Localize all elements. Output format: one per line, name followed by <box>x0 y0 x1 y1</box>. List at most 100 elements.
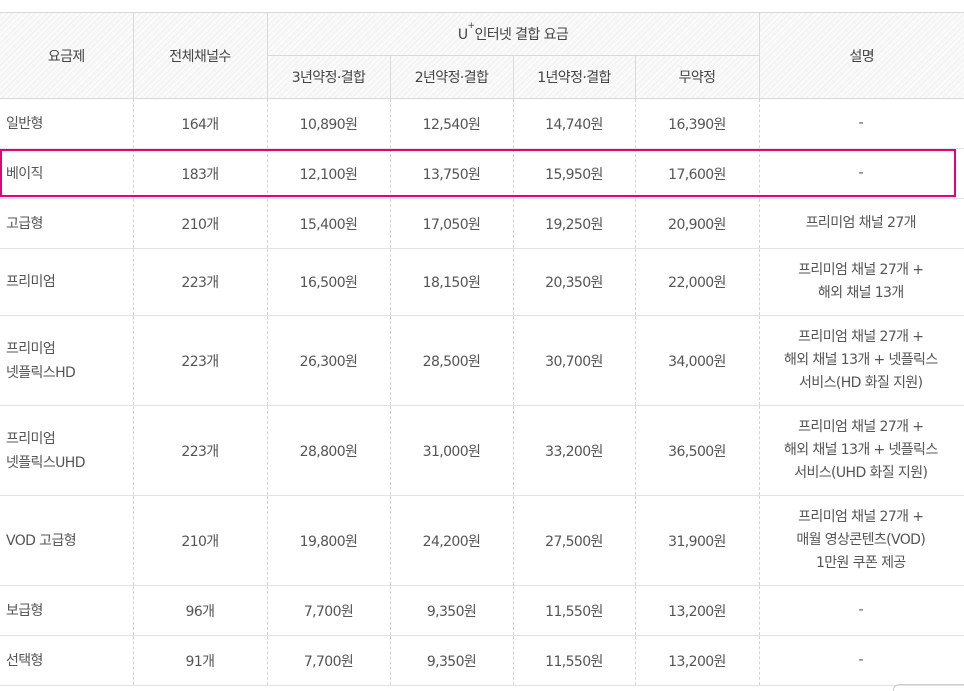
plan-name-line: VOD 고급형 <box>6 532 77 549</box>
cell-y2: 13,750원 <box>390 148 514 199</box>
table-row: 일반형 164개 10,890원 12,540원 14,740원 16,390원 - <box>0 98 964 149</box>
table-row: 프리미엄 넷플릭스UHD 223개 28,800원 31,000원 33,200원 36,5… <box>0 405 964 496</box>
table-row: 선택형 91개 7,700원 9,350원 11,550원 13,200원 - <box>0 635 964 686</box>
plan-name-line: 넷플릭스HD <box>6 364 76 381</box>
cell-y3: 15,400원 <box>267 198 391 249</box>
plan-name-line: 베이직 <box>6 165 43 182</box>
plan-name-line: 프리미엄 <box>6 274 56 290</box>
cell-none: 31,900원 <box>635 495 760 586</box>
table-row: VOD 고급형 210개 19,800원 24,200원 27,500원 31,900원 프… <box>0 495 964 586</box>
cell-description: - <box>759 635 964 686</box>
description-line: 프리미엄 채널 27개 <box>805 215 917 231</box>
description-line: 프리미엄 채널 27개 + <box>798 419 924 435</box>
cell-y1: 11,550원 <box>513 585 636 636</box>
cell-none: 20,900원 <box>635 198 760 249</box>
description-line: 해외 채널 13개 + 넷플릭스 <box>783 442 938 458</box>
header-2yr: 2년약정·결합 <box>390 55 514 99</box>
description-line: - <box>858 115 864 131</box>
description-line: 프리미엄 채널 27개 + <box>798 509 924 525</box>
plan-name-line: 넷플릭스UHD <box>6 454 85 471</box>
cell-plan: 프리미엄넷플릭스UHD <box>0 405 134 496</box>
cell-none: 36,500원 <box>635 405 760 496</box>
cell-none: 17,600원 <box>635 148 760 199</box>
cell-y2: 9,350원 <box>390 585 514 636</box>
header-no-contract: 무약정 <box>635 55 760 99</box>
cell-y2: 17,050원 <box>390 198 514 249</box>
cell-y1: 30,700원 <box>513 315 636 406</box>
cell-y2: 9,350원 <box>390 635 514 686</box>
plan-name-line: 일반형 <box>6 115 43 132</box>
cell-description: 프리미엄 채널 27개 <box>759 198 964 249</box>
description-line: 해외 채널 13개 <box>817 285 904 301</box>
cell-y1: 27,500원 <box>513 495 636 586</box>
cell-none: 13,200원 <box>635 635 760 686</box>
cell-none: 34,000원 <box>635 315 760 406</box>
cell-plan: VOD 고급형 <box>0 495 134 586</box>
cell-plan: 선택형 <box>0 635 134 686</box>
header-internet-bundle-label: 인터넷 결합 요금 <box>474 27 569 43</box>
cell-none: 13,200원 <box>635 585 760 636</box>
cell-y3: 10,890원 <box>267 98 391 149</box>
table-row: 베이직 183개 12,100원 13,750원 15,950원 17,600원 - <box>0 148 964 199</box>
description-line: 서비스(UHD 화질 지원) <box>794 465 928 481</box>
cell-y3: 26,300원 <box>267 315 391 406</box>
cell-plan: 일반형 <box>0 98 134 149</box>
cell-plan: 고급형 <box>0 198 134 249</box>
cell-y2: 24,200원 <box>390 495 514 586</box>
cell-y3: 12,100원 <box>267 148 391 199</box>
cell-plan: 베이직 <box>0 148 134 199</box>
cell-y2: 28,500원 <box>390 315 514 406</box>
cell-description: - <box>759 98 964 149</box>
pricing-table: 요금제 전체채널수 U+인터넷 결합 요금 설명 3년약정·결합 2년약정·결합… <box>0 12 964 686</box>
description-line: 매월 영상콘텐츠(VOD) <box>796 532 926 548</box>
description-line: 1만원 쿠폰 제공 <box>815 555 906 571</box>
brand-u: U <box>457 27 468 43</box>
header-plan: 요금제 <box>0 12 134 99</box>
table-row: 고급형 210개 15,400원 17,050원 19,250원 20,900원 프리미엄 … <box>0 198 964 249</box>
cell-channels: 183개 <box>133 148 268 199</box>
cell-description: 프리미엄 채널 27개 + 해외 채널 13개 + 넷플릭스서비스(UHD 화질 … <box>759 405 964 496</box>
cell-channels: 223개 <box>133 315 268 406</box>
cell-description: 프리미엄 채널 27개 + 해외 채널 13개 + 넷플릭스 서비스(HD 화질 지… <box>759 315 964 406</box>
cell-channels: 223개 <box>133 248 268 316</box>
cell-channels: 210개 <box>133 198 268 249</box>
cell-plan: 프리미엄 <box>0 248 134 316</box>
description-line: 프리미엄 채널 27개 + <box>798 329 924 345</box>
description-line: 프리미엄 채널 27개 + <box>798 262 924 278</box>
plan-name-line: 프리미엄 <box>6 340 56 357</box>
cell-channels: 223개 <box>133 405 268 496</box>
header-channels: 전체채널수 <box>133 12 268 99</box>
header-description: 설명 <box>759 12 964 99</box>
plan-name-line: 선택형 <box>6 652 43 669</box>
cell-y2: 12,540원 <box>390 98 514 149</box>
table-row: 프리미엄 223개 16,500원 18,150원 20,350원 22,000원 프리미엄… <box>0 248 964 316</box>
cell-description: - <box>759 585 964 636</box>
cell-y1: 11,550원 <box>513 635 636 686</box>
cell-y1: 33,200원 <box>513 405 636 496</box>
cell-y1: 19,250원 <box>513 198 636 249</box>
cell-description: 프리미엄 채널 27개 + 매월 영상콘텐츠(VOD) 1만원 쿠폰 제공 <box>759 495 964 586</box>
plan-name-line: 프리미엄 <box>6 430 56 447</box>
description-line: - <box>858 165 864 181</box>
cell-channels: 96개 <box>133 585 268 636</box>
cell-y2: 31,000원 <box>390 405 514 496</box>
description-line: - <box>858 602 864 618</box>
cell-y3: 7,700원 <box>267 635 391 686</box>
brand-plus: + <box>467 21 476 31</box>
table-row: 보급형 96개 7,700원 9,350원 11,550원 13,200원 - <box>0 585 964 636</box>
cell-plan: 보급형 <box>0 585 134 636</box>
description-line: 해외 채널 13개 + 넷플릭스 <box>783 352 938 368</box>
plan-name-line: 고급형 <box>6 215 43 232</box>
description-line: - <box>858 652 864 668</box>
cell-channels: 210개 <box>133 495 268 586</box>
header-1yr: 1년약정·결합 <box>513 55 636 99</box>
cell-channels: 164개 <box>133 98 268 149</box>
cell-none: 22,000원 <box>635 248 760 316</box>
cell-plan: 프리미엄넷플릭스HD <box>0 315 134 406</box>
plan-name-line: 보급형 <box>6 602 43 619</box>
cell-y1: 20,350원 <box>513 248 636 316</box>
corner-tab <box>893 684 964 691</box>
cell-y3: 16,500원 <box>267 248 391 316</box>
table-row: 프리미엄 넷플릭스HD 223개 26,300원 28,500원 30,700원 34,00… <box>0 315 964 406</box>
cell-y3: 19,800원 <box>267 495 391 586</box>
